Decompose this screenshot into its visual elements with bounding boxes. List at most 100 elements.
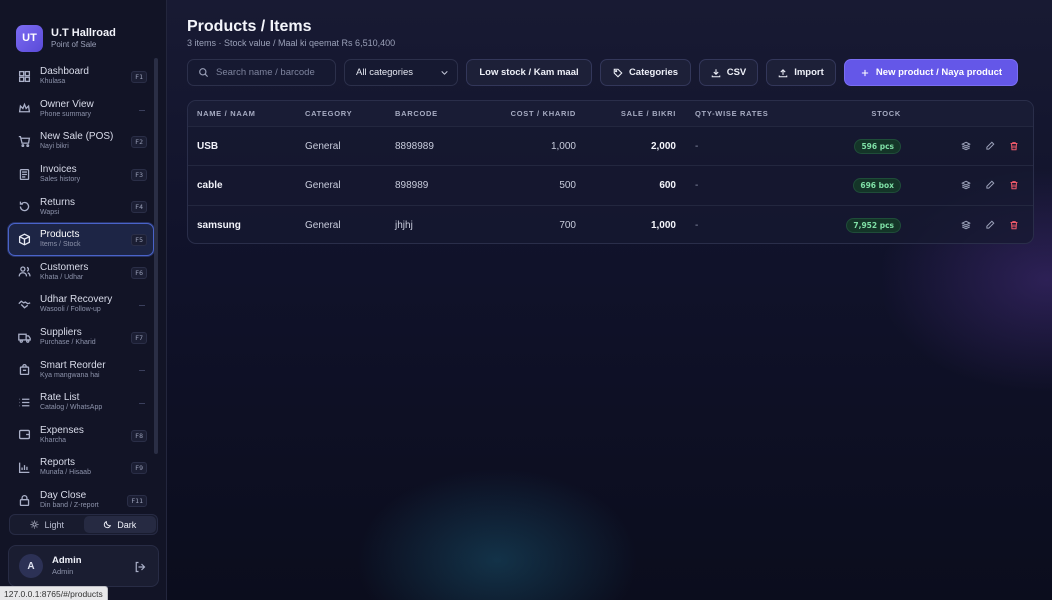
sidebar-item-new-sale[interactable]: New Sale (POS) Nayi bikri F2 [8, 125, 154, 158]
csv-button[interactable]: CSV [699, 59, 758, 86]
brand: UT U.T Hallroad Point of Sale [0, 0, 166, 58]
sidebar-nav: Dashboard Khulasa F1 Owner View Phone summ… [8, 60, 154, 516]
dark-theme-button[interactable]: Dark [83, 516, 156, 533]
sidebar-item-returns[interactable]: Returns Wapsi F4 [8, 190, 154, 223]
dark-label: Dark [117, 519, 137, 530]
sidebar-item-sub: Items / Stock [40, 241, 81, 249]
sidebar-item-invoices[interactable]: Invoices Sales history F3 [8, 158, 154, 191]
product-qty-rates: - [695, 140, 699, 152]
invoice-icon [18, 168, 31, 181]
product-category: General [305, 219, 341, 231]
edit-icon[interactable] [985, 141, 995, 151]
product-qty-rates: - [695, 219, 699, 231]
products-table: NAME / NAAM CATEGORY BARCODE COST / KHAR… [187, 100, 1034, 244]
sidebar-item-day-close[interactable]: Day Close Din band / Z-report F11 [8, 484, 154, 517]
status-bar-url: 127.0.0.1:8765/#/products [0, 586, 108, 600]
sidebar-item-suppliers[interactable]: Suppliers Purchase / Kharid F7 [8, 321, 154, 354]
product-category: General [305, 179, 341, 191]
search-input[interactable] [216, 67, 331, 78]
shortcut-badge: F11 [127, 494, 147, 507]
sidebar-item-rate-list[interactable]: Rate List Catalog / WhatsApp [8, 386, 154, 419]
header-category[interactable]: CATEGORY [305, 109, 352, 118]
table-row[interactable]: samsung General jhjhj 700 1,000 - 7,952 … [188, 206, 1033, 243]
shortcut-badge: F3 [131, 168, 147, 181]
sidebar-item-sub: Phone summary [40, 110, 91, 118]
low-stock-label: Low stock / Kam maal [479, 67, 579, 78]
toolbar: All categories Low stock / Kam maal Cate… [187, 59, 1018, 86]
light-label: Light [44, 519, 65, 530]
sidebar-item-label: Suppliers [40, 327, 82, 339]
sidebar-item-sub: Din band / Z-report [40, 502, 99, 510]
chart-icon [18, 461, 31, 474]
sidebar-item-sub: Purchase / Kharid [40, 339, 96, 347]
delete-icon[interactable] [1009, 141, 1019, 151]
sidebar-item-label: Owner View [40, 98, 94, 110]
row-actions [961, 141, 1019, 151]
divider [139, 402, 145, 404]
sidebar-item-label: Rate List [40, 392, 80, 404]
product-barcode: 8898989 [395, 140, 434, 152]
brand-name: U.T Hallroad [51, 26, 116, 39]
sidebar-item-label: Expenses [40, 424, 84, 436]
low-stock-button[interactable]: Low stock / Kam maal [466, 59, 592, 86]
layers-icon[interactable] [961, 220, 971, 230]
header-stock[interactable]: STOCK [871, 109, 901, 118]
header-sale[interactable]: SALE / BIKRI [621, 109, 676, 118]
header-barcode[interactable]: BARCODE [395, 109, 438, 118]
light-theme-button[interactable]: Light [11, 516, 84, 533]
sidebar-item-expenses[interactable]: Expenses Kharcha F8 [8, 419, 154, 452]
divider [139, 370, 145, 372]
header-cost[interactable]: COST / KHARID [511, 109, 576, 118]
table-row[interactable]: cable General 898989 500 600 - 696 box [188, 166, 1033, 206]
sidebar-item-label: Invoices [40, 164, 77, 176]
handshake-icon [18, 298, 31, 311]
product-cost: 1,000 [550, 140, 576, 152]
header-name[interactable]: NAME / NAAM [197, 109, 256, 118]
theme-toggle: Light Dark [9, 514, 158, 535]
sidebar-item-products[interactable]: Products Items / Stock F5 [8, 222, 154, 256]
product-barcode: jhjhj [395, 219, 413, 231]
sidebar-item-owner-view[interactable]: Owner View Phone summary [8, 93, 154, 126]
category-select[interactable]: All categories [344, 59, 458, 86]
delete-icon[interactable] [1009, 220, 1019, 230]
brand-logo: UT [16, 24, 43, 52]
bag-icon [18, 363, 31, 376]
sidebar-scrollbar[interactable] [154, 58, 158, 454]
sidebar-item-sub: Kharcha [40, 436, 67, 444]
shortcut-badge: F8 [131, 429, 147, 442]
user-card: A Admin Admin [8, 545, 159, 587]
logout-icon[interactable] [134, 560, 146, 573]
sidebar-item-dashboard[interactable]: Dashboard Khulasa F1 [8, 60, 154, 93]
truck-icon [18, 331, 31, 344]
sidebar: UT U.T Hallroad Point of Sale Dashboard K… [0, 0, 167, 600]
sidebar-item-label: Smart Reorder [40, 359, 106, 371]
row-actions [961, 180, 1019, 190]
sidebar-item-sub: Khata / Udhar [40, 273, 84, 281]
import-button[interactable]: Import [766, 59, 836, 86]
sidebar-item-smart-reorder[interactable]: Smart Reorder Kya mangwana hai [8, 353, 154, 386]
new-product-button[interactable]: New product / Naya product [844, 59, 1018, 86]
header-qty-rates: QTY-WISE RATES [695, 109, 769, 118]
product-sale: 600 [659, 179, 676, 191]
layers-icon[interactable] [961, 180, 971, 190]
categories-button[interactable]: Categories [600, 59, 691, 86]
table-row[interactable]: USB General 8898989 1,000 2,000 - 596 pc… [188, 127, 1033, 167]
delete-icon[interactable] [1009, 180, 1019, 190]
sidebar-item-sub: Wapsi [40, 208, 60, 216]
sidebar-item-label: Products [40, 229, 80, 241]
wallet-icon [18, 428, 31, 441]
sidebar-item-label: Customers [40, 261, 89, 273]
layers-icon[interactable] [961, 141, 971, 151]
box-icon [18, 233, 31, 246]
sidebar-item-reports[interactable]: Reports Munafa / Hisaab F9 [8, 451, 154, 484]
edit-icon[interactable] [985, 220, 995, 230]
crown-icon [18, 102, 31, 115]
search-icon [199, 68, 209, 78]
dashboard-icon [18, 70, 31, 83]
sidebar-item-udhar-recovery[interactable]: Udhar Recovery Wasooli / Follow-up [8, 288, 154, 321]
sidebar-item-sub: Khulasa [40, 78, 66, 86]
product-name: cable [197, 179, 223, 191]
edit-icon[interactable] [985, 180, 995, 190]
sidebar-item-customers[interactable]: Customers Khata / Udhar F6 [8, 256, 154, 289]
shortcut-badge: F9 [131, 462, 147, 475]
